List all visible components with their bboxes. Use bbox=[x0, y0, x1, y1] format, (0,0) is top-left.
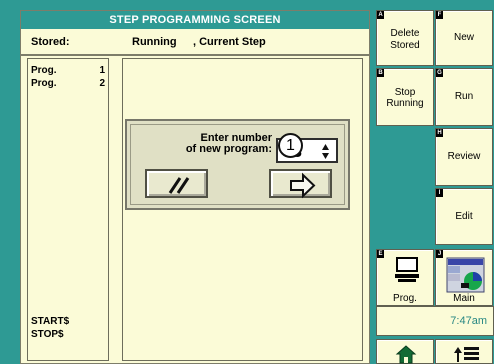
function-key-h: H bbox=[436, 129, 443, 137]
prog-label: Prog. bbox=[393, 293, 417, 304]
function-key-f: F bbox=[436, 11, 443, 19]
header-divider bbox=[21, 54, 369, 56]
main-label: Main bbox=[453, 293, 475, 304]
screen-title: STEP PROGRAMMING SCREEN bbox=[21, 11, 369, 29]
stored-program-row-2[interactable]: Prog. 2 bbox=[31, 77, 107, 90]
run-label: Run bbox=[454, 91, 474, 102]
new-label: New bbox=[453, 32, 474, 43]
review-button[interactable]: H Review bbox=[435, 128, 493, 186]
prog-button[interactable]: E Prog. bbox=[376, 249, 434, 306]
main-menu-icon bbox=[446, 257, 485, 293]
spinner-icon[interactable] bbox=[321, 143, 330, 160]
clock-display: 7:47am bbox=[376, 306, 494, 336]
function-key-i: I bbox=[436, 189, 443, 197]
delete-stored-label-line2: Stored bbox=[390, 40, 420, 51]
slash-icon bbox=[168, 177, 190, 194]
delete-stored-button[interactable]: A Delete Stored bbox=[376, 10, 434, 66]
edit-label: Edit bbox=[455, 210, 473, 222]
confirm-button[interactable] bbox=[269, 169, 332, 199]
right-arrow-icon bbox=[290, 172, 316, 199]
running-header: Running bbox=[132, 36, 177, 48]
callout-marker: 1 bbox=[278, 133, 303, 158]
stored-program-name: Prog. bbox=[31, 65, 57, 76]
function-key-j: J bbox=[436, 250, 443, 258]
cancel-button[interactable] bbox=[145, 169, 208, 198]
delete-stored-label-line1: Delete bbox=[390, 28, 420, 39]
computer-icon bbox=[395, 257, 419, 282]
stop-running-label-line2: Running bbox=[386, 98, 424, 109]
review-label: Review bbox=[447, 151, 481, 162]
new-button[interactable]: F New bbox=[435, 10, 493, 66]
prompt-line-2: of new program: bbox=[185, 143, 272, 155]
function-key-a: A bbox=[377, 11, 384, 19]
stored-program-row-1[interactable]: Prog. 1 bbox=[31, 64, 107, 77]
stored-program-name: Prog. bbox=[31, 78, 57, 89]
up-arrow-list-icon bbox=[454, 347, 479, 362]
main-button[interactable]: J Main bbox=[435, 249, 493, 306]
function-key-b: B bbox=[377, 69, 384, 77]
start-command[interactable]: START$ bbox=[31, 316, 69, 328]
run-button[interactable]: G Run bbox=[435, 68, 493, 126]
function-key-panel: A Delete Stored F New B Stop Running G R… bbox=[371, 0, 494, 364]
stop-running-button[interactable]: B Stop Running bbox=[376, 68, 434, 126]
home-button[interactable] bbox=[376, 339, 434, 364]
edit-button[interactable]: I Edit bbox=[435, 188, 493, 245]
function-key-g: G bbox=[436, 69, 443, 77]
dialog-inner-frame: Enter number of new program: 03 bbox=[130, 124, 345, 205]
stored-program-number: 2 bbox=[99, 78, 105, 89]
new-program-dialog: Enter number of new program: 03 bbox=[125, 119, 350, 210]
stop-command[interactable]: STOP$ bbox=[31, 329, 64, 341]
house-icon bbox=[395, 345, 417, 364]
stored-header: Stored: bbox=[31, 36, 70, 48]
current-step-header: , Current Step bbox=[193, 36, 266, 48]
stored-program-number: 1 bbox=[99, 65, 105, 76]
stored-program-list[interactable]: Prog. 1 Prog. 2 START$ STOP$ bbox=[27, 58, 109, 361]
function-key-e: E bbox=[377, 250, 384, 258]
up-arrow-list-button[interactable] bbox=[435, 339, 493, 364]
step-programming-screen: STEP PROGRAMMING SCREEN Stored: Running … bbox=[0, 0, 494, 364]
